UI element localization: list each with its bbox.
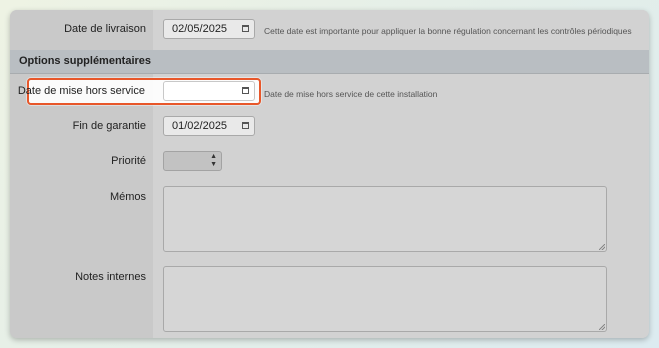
priority-label: Priorité: [111, 155, 146, 167]
section-header: Options supplémentaires: [10, 50, 649, 74]
decommission-date-label: Date de mise hors service: [17, 85, 145, 97]
resize-grip-icon[interactable]: [599, 244, 605, 250]
memos-textarea[interactable]: [163, 186, 607, 252]
delivery-date-input[interactable]: 02/05/2025: [163, 19, 255, 39]
calendar-icon[interactable]: [242, 87, 249, 94]
updown-arrows-icon: ▲ ▼: [210, 153, 217, 168]
priority-select[interactable]: ▲ ▼: [163, 151, 222, 171]
decommission-date-input[interactable]: [163, 81, 255, 101]
delivery-date-label: Date de livraison: [64, 23, 146, 35]
warranty-end-value: 01/02/2025: [172, 120, 228, 132]
delivery-date-value: 02/05/2025: [172, 23, 228, 35]
decommission-date-hint: Date de mise hors service de cette insta…: [264, 89, 438, 99]
calendar-icon[interactable]: [242, 25, 249, 32]
row-delivery-date: Date de livraison 02/05/2025 Cette date …: [10, 10, 649, 51]
delivery-date-hint: Cette date est importante pour appliquer…: [264, 26, 632, 36]
section-title: Options supplémentaires: [19, 55, 152, 67]
warranty-end-label: Fin de garantie: [72, 120, 146, 132]
form-panel: Date de livraison 02/05/2025 Cette date …: [10, 10, 649, 338]
internal-notes-label: Notes internes: [75, 271, 146, 283]
row-priority: Priorité: [10, 144, 649, 180]
internal-notes-textarea[interactable]: [163, 266, 607, 332]
warranty-end-input[interactable]: 01/02/2025: [163, 116, 255, 136]
resize-grip-icon[interactable]: [599, 324, 605, 330]
memos-label: Mémos: [109, 191, 146, 203]
row-warranty-end: Fin de garantie 01/02/2025: [10, 109, 649, 145]
calendar-icon[interactable]: [242, 122, 249, 129]
